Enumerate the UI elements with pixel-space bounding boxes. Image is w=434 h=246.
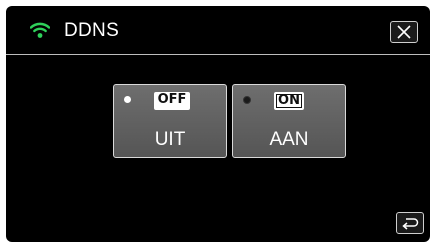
back-arrow-icon bbox=[402, 218, 419, 230]
radio-indicator-on bbox=[243, 96, 251, 104]
radio-indicator-off bbox=[124, 96, 131, 103]
off-option-button[interactable]: OFF UIT bbox=[113, 84, 227, 158]
on-badge: ON bbox=[274, 92, 304, 110]
on-option-button[interactable]: ON AAN bbox=[232, 84, 346, 158]
close-icon bbox=[397, 25, 411, 39]
header-divider bbox=[6, 54, 430, 55]
off-option-label: UIT bbox=[154, 129, 186, 150]
wifi-icon bbox=[29, 21, 51, 39]
back-button[interactable] bbox=[396, 212, 424, 234]
ddns-screen: DDNS OFF UIT ON AAN bbox=[6, 6, 430, 242]
on-option-label: AAN bbox=[269, 129, 309, 150]
header-bar: DDNS bbox=[6, 6, 430, 56]
off-badge: OFF bbox=[154, 92, 190, 110]
close-button[interactable] bbox=[390, 21, 418, 43]
page-title: DDNS bbox=[64, 20, 120, 41]
